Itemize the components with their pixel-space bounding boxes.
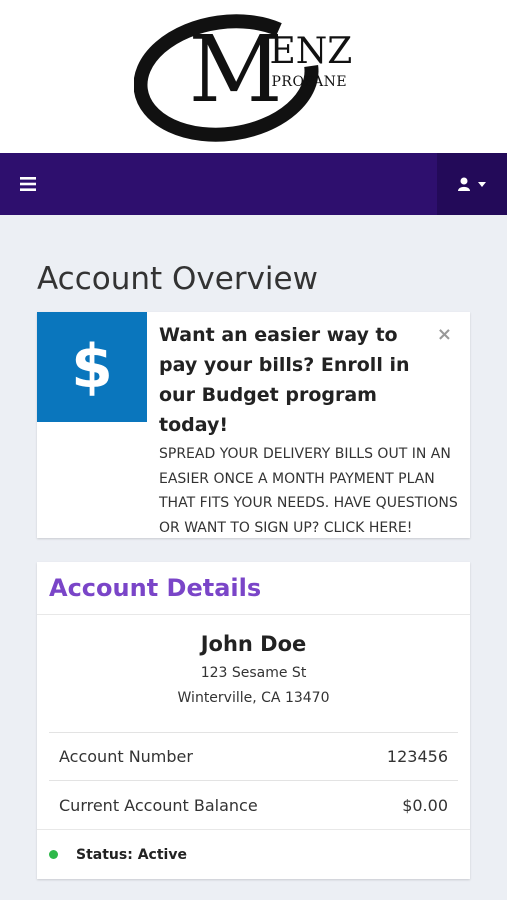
top-navbar	[0, 153, 507, 215]
account-detail-table: Account Number 123456 Current Account Ba…	[49, 732, 458, 829]
promo-link-text[interactable]: SPREAD YOUR DELIVERY BILLS OUT IN AN EAS…	[159, 442, 460, 540]
logo-bar: M ENZ PROPANE	[0, 0, 507, 153]
account-details-body: John Doe 123 Sesame St Winterville, CA 1…	[37, 615, 470, 829]
status-badge: Status: Active	[76, 846, 187, 863]
promo-body: Want an easier way to pay your bills? En…	[147, 312, 470, 538]
user-icon	[458, 177, 470, 191]
budget-promo-alert[interactable]: $ Want an easier way to pay your bills? …	[37, 312, 470, 538]
customer-address: 123 Sesame St Winterville, CA 13470	[49, 661, 458, 711]
hamburger-icon	[20, 177, 36, 191]
table-row: Account Number 123456	[49, 733, 458, 781]
address-line-1: 123 Sesame St	[200, 665, 307, 681]
account-details-card: Account Details John Doe 123 Sesame St W…	[37, 562, 470, 879]
logo-sub: PROPANE	[271, 73, 348, 90]
chevron-down-icon	[478, 181, 486, 187]
user-menu-button[interactable]	[437, 153, 507, 215]
menu-button[interactable]	[0, 153, 56, 215]
address-line-2: Winterville, CA 13470	[177, 690, 330, 706]
main-content: Account Overview $ Want an easier way to…	[0, 259, 507, 879]
close-icon[interactable]: ×	[437, 326, 452, 344]
account-number-label: Account Number	[59, 747, 193, 766]
page-title: Account Overview	[37, 261, 318, 297]
promo-headline: Want an easier way to pay your bills? En…	[159, 324, 410, 436]
balance-label: Current Account Balance	[59, 795, 258, 815]
logo-letter: M	[188, 15, 283, 123]
account-status-footer: Status: Active	[37, 829, 470, 879]
logo-word: ENZ	[269, 30, 353, 72]
account-number-value: 123456	[386, 747, 448, 766]
customer-name: John Doe	[200, 632, 307, 656]
dollar-icon: $	[37, 312, 147, 422]
menz-propane-logo[interactable]: M ENZ PROPANE	[133, 12, 374, 142]
table-row: Current Account Balance $0.00	[49, 781, 458, 829]
status-dot-icon	[49, 850, 58, 859]
balance-value: $0.00	[402, 795, 448, 815]
account-details-header: Account Details	[37, 562, 470, 615]
